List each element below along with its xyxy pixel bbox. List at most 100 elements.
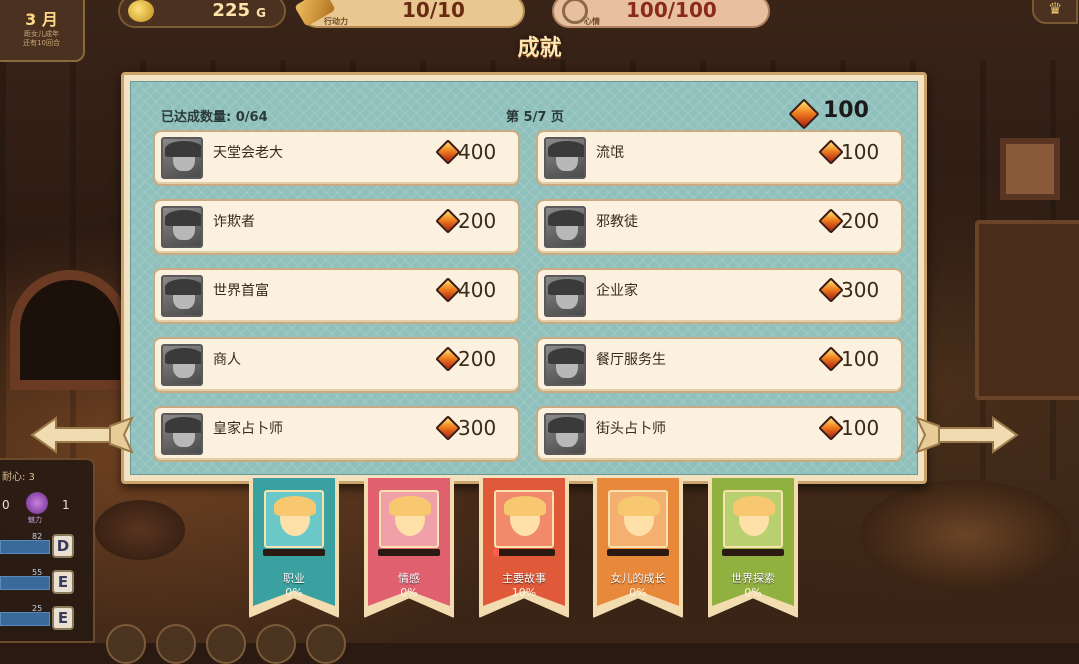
stat-number: 55 — [32, 568, 43, 577]
achievement-portrait — [161, 206, 203, 248]
category-portrait — [264, 490, 324, 548]
menu-icon-4[interactable] — [256, 624, 296, 664]
achievement-card[interactable]: 皇家占卜师 300 — [153, 406, 520, 462]
reward-value: 100 — [841, 347, 880, 371]
gem-icon — [435, 277, 461, 303]
category-percent: 0% — [744, 586, 762, 599]
menu-icon-5[interactable] — [306, 624, 346, 664]
stat-grade: E — [52, 570, 74, 594]
achievement-card[interactable]: 世界首富 400 — [153, 268, 520, 324]
side-stats-panel: 耐心: 3 0 魅力 1 82 D 55 E 25 E — [0, 458, 95, 643]
stat-grade: D — [52, 534, 74, 558]
menu-icon-2[interactable] — [156, 624, 196, 664]
achievement-portrait — [544, 275, 586, 317]
achievement-count: 已达成数量: 0/64 — [161, 110, 268, 125]
category-daughter-growth[interactable]: 女儿的成长 0% — [593, 478, 683, 618]
menu-icon-1[interactable] — [106, 624, 146, 664]
stat-row: 82 D — [0, 532, 92, 560]
achievement-card[interactable]: 天堂会老大 400 — [153, 130, 520, 186]
trophy-icon: ♛ — [1048, 0, 1063, 18]
category-portrait — [494, 490, 554, 548]
total-gems-value: 100 — [823, 98, 869, 123]
reward-value: 200 — [458, 209, 497, 233]
menu-icon-3[interactable] — [206, 624, 246, 664]
gem-icon — [818, 277, 844, 303]
gold-unit: G — [256, 6, 266, 20]
stat-bar — [0, 612, 50, 626]
category-main-story[interactable]: 主要故事 10% — [479, 478, 569, 618]
achievement-portrait — [544, 206, 586, 248]
action-label: 行动力 — [324, 17, 348, 26]
achievement-portrait — [161, 344, 203, 386]
gem-icon — [435, 415, 461, 441]
gem-icon — [818, 346, 844, 372]
category-label: 世界探索 — [731, 572, 775, 585]
coin-icon — [128, 0, 154, 22]
gem-icon — [818, 139, 844, 165]
category-world-exploration[interactable]: 世界探索 0% — [708, 478, 798, 618]
stat-zero: 0 — [2, 498, 10, 512]
progress-fill — [493, 549, 500, 556]
achievement-card[interactable]: 流氓 100 — [536, 130, 903, 186]
category-career[interactable]: 职业 0% — [249, 478, 339, 618]
achievement-name: 街头占卜师 — [596, 421, 666, 437]
achievement-name: 邪教徒 — [596, 214, 638, 230]
gem-icon — [788, 98, 820, 130]
achievement-card[interactable]: 诈欺者 200 — [153, 199, 520, 255]
charm-icon — [26, 492, 48, 514]
achievement-portrait — [161, 413, 203, 455]
achievement-card[interactable]: 餐厅服务生 100 — [536, 337, 903, 393]
dining-table — [860, 480, 1070, 590]
achievement-name: 世界首富 — [213, 283, 269, 299]
reward-value: 200 — [458, 347, 497, 371]
next-page-arrow[interactable] — [914, 412, 1019, 458]
trophy-button[interactable]: ♛ — [1032, 0, 1078, 24]
patience-label: 耐心: 3 — [2, 472, 35, 483]
category-portrait — [723, 490, 783, 548]
charm-label: 魅力 — [28, 516, 42, 524]
achievement-name: 商人 — [213, 352, 241, 368]
action-points: 行动力 10/10 — [294, 0, 525, 28]
cabinet — [975, 220, 1079, 400]
achievement-card[interactable]: 商人 200 — [153, 337, 520, 393]
action-value: 10/10 — [402, 0, 465, 22]
category-portrait — [608, 490, 668, 548]
category-percent: 0% — [629, 586, 647, 599]
stat-number: 25 — [32, 604, 43, 613]
achievement-card[interactable]: 企业家 300 — [536, 268, 903, 324]
achievement-portrait — [544, 137, 586, 179]
reward-value: 400 — [458, 140, 497, 164]
achievement-portrait — [161, 137, 203, 179]
achievements-panel: 已达成数量: 0/64 第 5/7 页 100 天堂会老大 400 诈欺者 20… — [121, 72, 927, 484]
gem-icon — [435, 346, 461, 372]
category-romance[interactable]: 情感 0% — [364, 478, 454, 618]
reward-value: 100 — [841, 140, 880, 164]
charm-value: 1 — [62, 498, 70, 512]
category-percent: 0% — [400, 586, 418, 599]
category-progress — [263, 549, 325, 556]
side-table — [95, 500, 185, 560]
page-title: 成就 — [517, 36, 562, 61]
gem-icon — [818, 415, 844, 441]
achievement-card[interactable]: 街头占卜师 100 — [536, 406, 903, 462]
stat-row: 25 E — [0, 604, 92, 632]
month-number: 3 — [25, 10, 37, 29]
mood-value: 100/100 — [626, 0, 717, 22]
gold-value: 225 — [212, 0, 250, 21]
achievement-name: 天堂会老大 — [213, 145, 283, 161]
achievement-name: 企业家 — [596, 283, 638, 299]
prev-page-arrow[interactable] — [30, 412, 135, 458]
achievement-name: 餐厅服务生 — [596, 352, 666, 368]
stat-grade: E — [52, 606, 74, 630]
achievement-name: 流氓 — [596, 145, 624, 161]
wall-picture-frame — [1000, 138, 1060, 200]
category-percent: 0% — [285, 586, 303, 599]
fireplace — [10, 270, 130, 390]
mood-meter: 心情 100/100 — [552, 0, 770, 28]
achievement-name: 皇家占卜师 — [213, 421, 283, 437]
achievement-card[interactable]: 邪教徒 200 — [536, 199, 903, 255]
reward-value: 400 — [458, 278, 497, 302]
month-unit: 月 — [41, 10, 58, 29]
gold-counter: 225 G — [118, 0, 286, 28]
category-progress — [722, 549, 784, 556]
